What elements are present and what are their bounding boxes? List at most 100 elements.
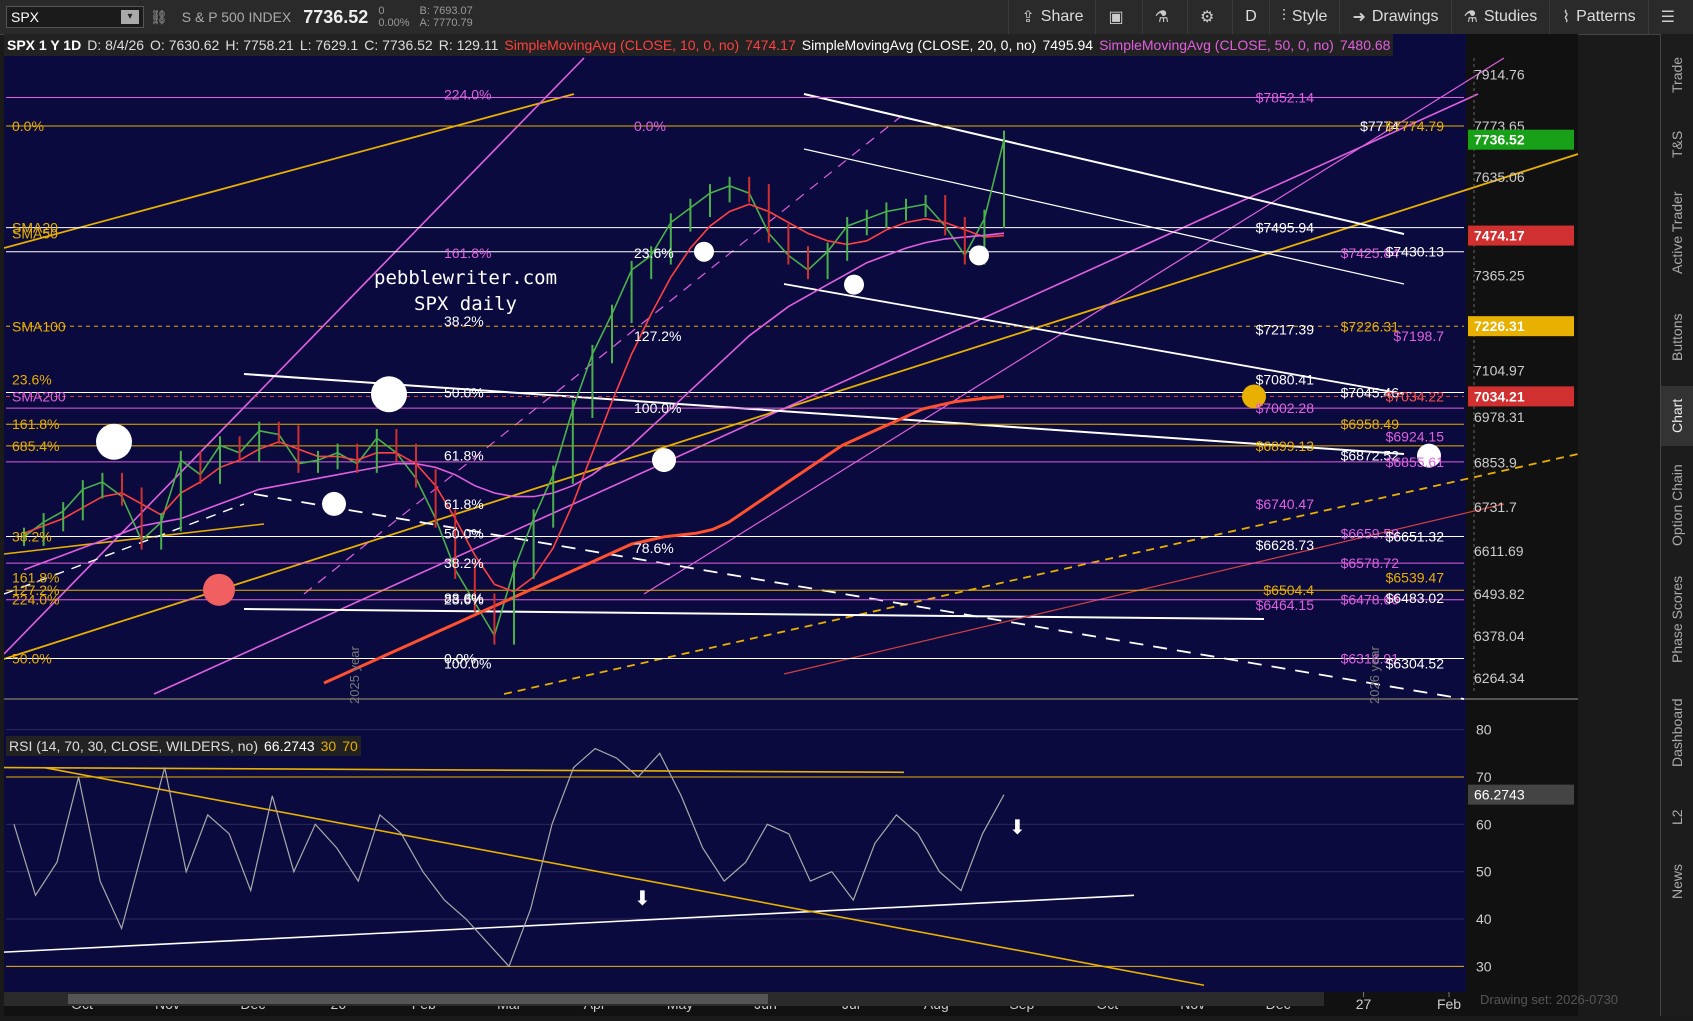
share-label: Share — [1040, 8, 1084, 25]
settings-button[interactable]: ⚙ — [1186, 0, 1232, 34]
info-close: C: 7736.52 — [364, 37, 433, 53]
sma20-label[interactable]: SimpleMovingAvg (CLOSE, 20, 0, no) — [799, 37, 1040, 53]
fib-label: 224.0% — [444, 87, 491, 103]
marker-dot — [203, 573, 235, 606]
left-label: 50.0% — [12, 651, 52, 667]
info-low: L: 7629.1 — [299, 37, 359, 53]
watermark-line2: SPX daily — [414, 293, 517, 315]
period-button[interactable]: D — [1232, 0, 1269, 34]
menu-button[interactable]: ☰ — [1647, 0, 1693, 34]
rsi-tick-label: 80 — [1476, 722, 1492, 738]
price-badge-label: 7226.31 — [1474, 318, 1525, 334]
link-icon[interactable]: ⛓ — [150, 9, 168, 26]
price-level-label: $6740.47 — [1256, 496, 1315, 512]
snapshot-button[interactable]: ▣ — [1095, 0, 1141, 34]
price-level-label: $6483.02 — [1386, 590, 1445, 606]
price-tick-label: 6378.04 — [1474, 628, 1525, 644]
change-pct: 0.00% — [378, 17, 410, 29]
rsi-tick-label: 40 — [1476, 911, 1492, 927]
right-tab-dashboard[interactable]: Dashboard — [1661, 678, 1693, 788]
style-button[interactable]: ⫶ Style — [1268, 0, 1340, 34]
fib-label: 38.2% — [444, 313, 484, 329]
fib-label: 161.8% — [444, 245, 491, 261]
price-badge-label: 7736.52 — [1474, 132, 1525, 148]
share-icon: ⇪ — [1021, 9, 1035, 26]
period-label: D — [1245, 8, 1257, 25]
right-tab-t-s[interactable]: T&S — [1661, 114, 1693, 174]
patterns-button[interactable]: ⌇ Patterns — [1549, 0, 1647, 34]
bid-ask-block: B: 7693.07 A: 7770.79 — [420, 5, 473, 29]
price-level-label: $7226.31 — [1341, 318, 1400, 334]
right-sidebar: Trade T&S Active Trader Buttons Chart Option … — [1660, 34, 1693, 1016]
price-level-label: $6464.15 — [1256, 597, 1315, 613]
symbol-selector[interactable]: SPX ▾ — [6, 6, 144, 28]
info-high: H: 7758.21 — [225, 37, 294, 53]
left-label: SMA50 — [12, 225, 58, 241]
price-level-label: $6539.47 — [1386, 569, 1445, 585]
price-level-label: $7774.79 — [1386, 118, 1445, 134]
right-tab-l2[interactable]: L2 — [1661, 792, 1693, 842]
bid-value: B: 7693.07 — [419, 5, 473, 17]
right-tab-phase-scores[interactable]: Phase Scores — [1661, 564, 1693, 674]
price-tick-label: 6853.9 — [1474, 454, 1517, 470]
flask-button[interactable]: ⚗ — [1141, 0, 1187, 34]
rsi-badge-label: 66.2743 — [1474, 787, 1525, 803]
fib-label: 0.0% — [634, 118, 666, 134]
last-price: 7736.52 — [303, 6, 369, 27]
symbol-name: S & P 500 INDEX — [181, 9, 292, 25]
marker-dot — [844, 274, 864, 295]
price-tick-label: 6611.69 — [1474, 543, 1524, 559]
price-level-label: $7198.7 — [1393, 328, 1444, 344]
pattern-icon: ⌇ — [1562, 9, 1571, 26]
price-level-label: $7217.39 — [1256, 322, 1315, 338]
left-label: 0.0% — [12, 118, 44, 134]
price-level-label: $7852.14 — [1256, 89, 1315, 105]
fib-label: 38.2% — [444, 555, 484, 571]
time-tick-label: 27 — [1356, 996, 1372, 1012]
drawings-button[interactable]: ➜ Drawings — [1339, 0, 1450, 34]
right-tab-chart[interactable]: Chart — [1661, 386, 1693, 446]
watermark-line1: pebblewriter.com — [374, 267, 557, 289]
sma50-label[interactable]: SimpleMovingAvg (CLOSE, 50, 0, no) — [1096, 37, 1337, 53]
price-level-label: $6304.52 — [1386, 655, 1445, 671]
scroll-thumb[interactable] — [68, 994, 768, 1004]
right-tab-option-chain[interactable]: Option Chain — [1661, 450, 1693, 560]
price-level-label: $7080.41 — [1256, 372, 1315, 388]
rsi-info-bar: RSI (14, 70, 30, CLOSE, WILDERS, no) 66.… — [6, 736, 361, 756]
right-tab-active-trader[interactable]: Active Trader — [1661, 178, 1693, 288]
sma10-label[interactable]: SimpleMovingAvg (CLOSE, 10, 0, no) — [501, 37, 742, 53]
fib-label: 78.6% — [634, 540, 674, 556]
change-block: 0 0.00% — [378, 5, 409, 29]
drawings-label: Drawings — [1371, 8, 1439, 25]
info-range: R: 129.11 — [438, 37, 499, 53]
price-tick-label: 7914.76 — [1474, 67, 1525, 83]
sma20-value: 7495.94 — [1042, 37, 1094, 53]
arrow-right-icon: ➜ — [1352, 9, 1366, 26]
share-button[interactable]: ⇪ Share — [1008, 0, 1095, 34]
sma50-value: 7480.68 — [1339, 37, 1391, 53]
rsi-tick-label: 60 — [1476, 816, 1492, 832]
patterns-label: Patterns — [1576, 8, 1636, 25]
price-tick-label: 6731.7 — [1474, 499, 1517, 515]
price-level-label: $7034.22 — [1386, 388, 1445, 404]
horizontal-scrollbar[interactable] — [4, 992, 1324, 1006]
studies-button[interactable]: ⚗ Studies — [1450, 0, 1550, 34]
chevron-down-icon[interactable]: ▾ — [121, 10, 139, 24]
fib-label: 0.0% — [444, 651, 476, 667]
marker-dot — [96, 423, 132, 460]
rsi-axis-bg — [1466, 700, 1578, 992]
info-date: D: 8/4/26 — [87, 37, 145, 53]
right-tab-news[interactable]: News — [1661, 846, 1693, 916]
price-level-label: $7495.94 — [1256, 220, 1315, 236]
chart-area[interactable]: ⬇ ⬇ $7852.14 $7774 $7774.79 $7495.94 $7425.84 $… — [3, 34, 1579, 1016]
rsi-tick-label: 50 — [1476, 864, 1492, 880]
chart-svg[interactable]: ⬇⬇$7852.14$7774$7774.79$7495.94$7425.84$… — [3, 34, 1579, 1016]
right-tab-buttons[interactable]: Buttons — [1661, 292, 1693, 382]
price-tick-label: 6493.82 — [1474, 586, 1525, 602]
right-tab-trade[interactable]: Trade — [1661, 40, 1693, 110]
marker-dot — [694, 241, 714, 262]
year-label: 2026 year — [1367, 646, 1382, 704]
camera-icon: ▣ — [1108, 9, 1124, 26]
flask-icon: ⚗ — [1463, 9, 1478, 26]
rsi-label[interactable]: RSI (14, 70, 30, CLOSE, WILDERS, no) — [6, 738, 261, 754]
